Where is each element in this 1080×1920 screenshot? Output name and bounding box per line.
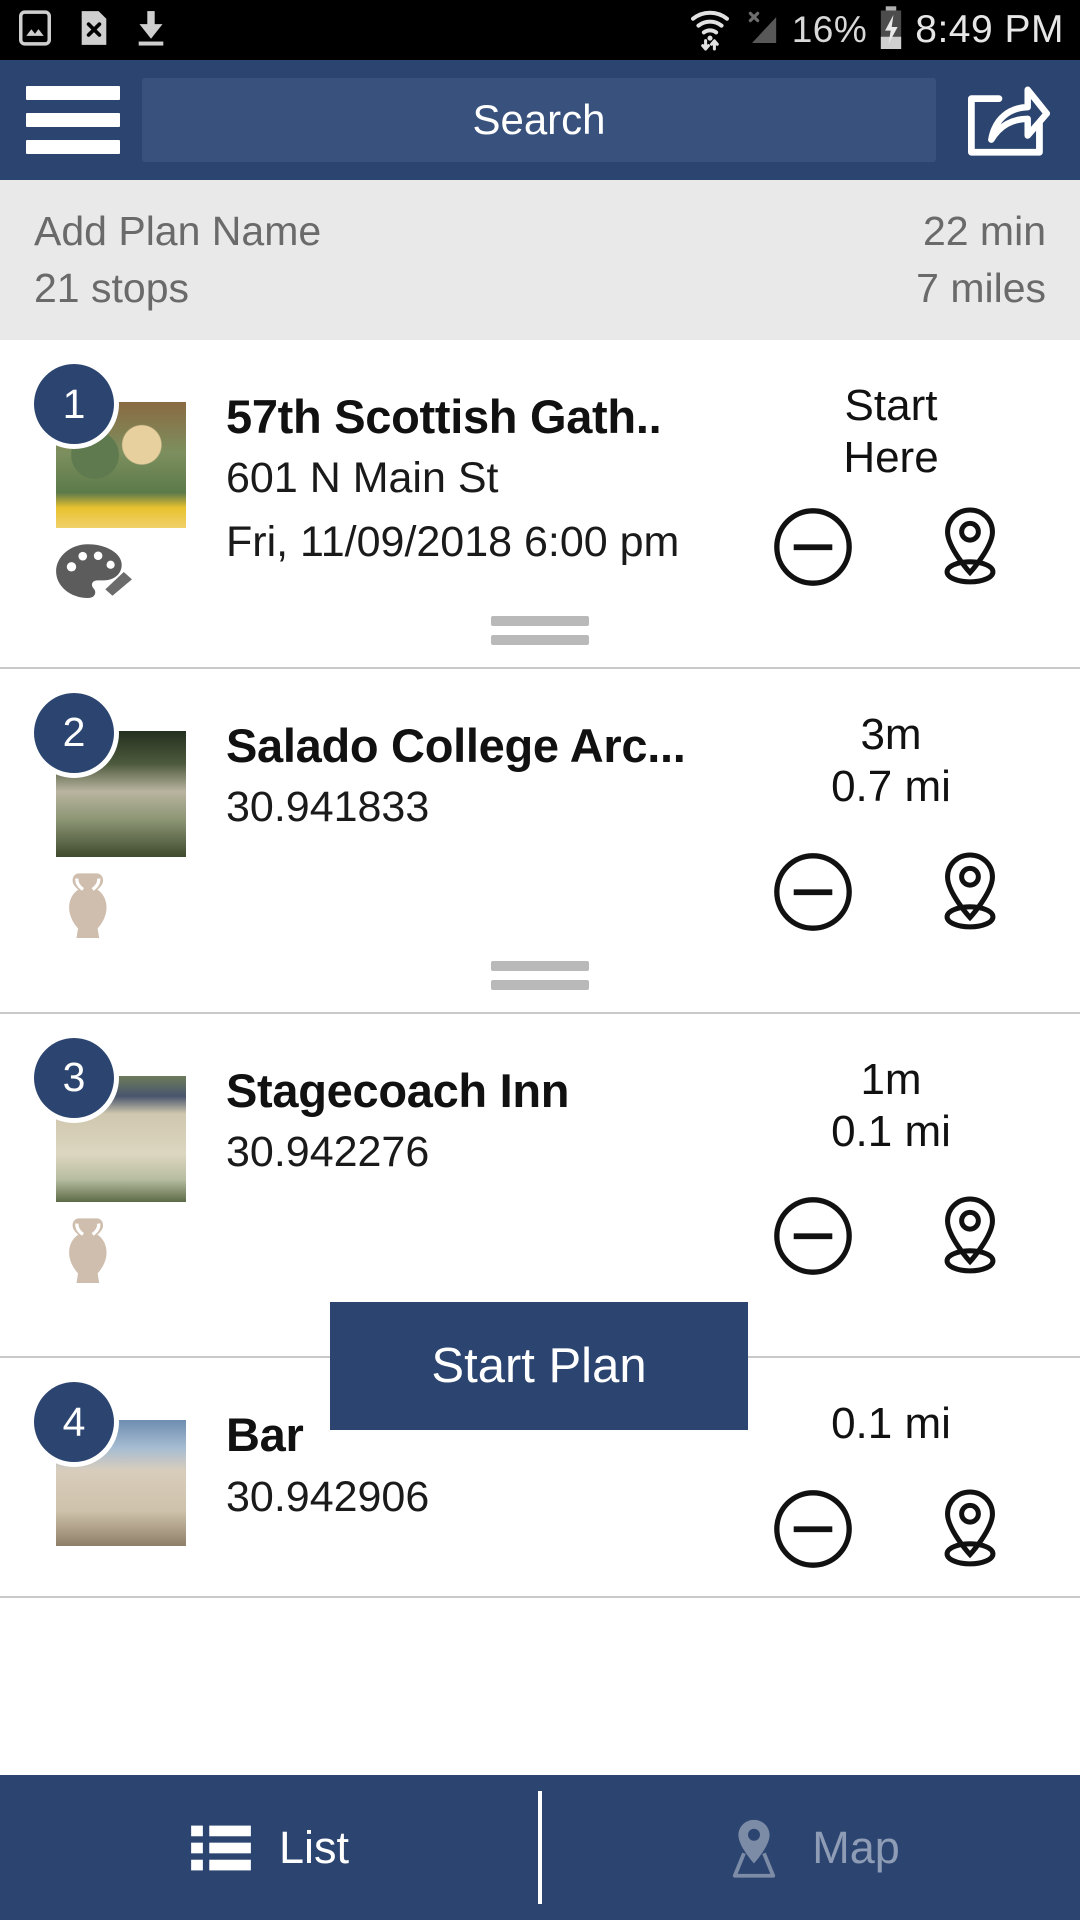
start-plan-button[interactable]: Start Plan [330,1302,748,1430]
stop-eta-line2: 0.7 mi [831,761,951,811]
stop-info: 57th Scottish Gath.. 601 N Main St Fri, … [216,364,726,590]
table-row[interactable]: 2 Salado College Arc... 30.941833 3m 0.7… [0,668,1080,1014]
map-pin-icon[interactable] [929,849,1011,935]
stop-number-badge: 4 [34,1382,114,1463]
plan-distance: 7 miles [916,265,1046,311]
stop-meta: Start Here [726,364,1056,590]
amphora-icon [52,869,128,948]
minus-circle-icon[interactable] [772,1195,854,1277]
plan-stops-count: 21 stops [34,265,189,311]
stop-coordinate: 30.941833 [226,783,430,832]
plan-summary-left: Add Plan Name 21 stops [34,208,321,340]
stop-thumbnail-group: 1 [24,364,216,598]
stop-title: Salado College Arc... [226,718,686,772]
stop-eta-line1: 1m [860,1054,922,1104]
stop-title: 57th Scottish Gath.. [226,390,662,443]
stop-coordinate: 30.942906 [226,1472,430,1521]
minus-circle-icon[interactable] [772,851,854,933]
tab-map-label: Map [812,1821,900,1873]
list-icon [189,1820,253,1876]
plan-name-field[interactable]: Add Plan Name [34,208,321,255]
table-row[interactable]: 1 57th Scottish Gath.. 601 N Main St Fri… [0,340,1080,669]
minus-circle-icon[interactable] [772,1488,854,1570]
stop-coordinate: 30.942276 [226,1127,430,1176]
amphora-icon [52,1214,128,1293]
stop-meta: 3m 0.7 mi [726,693,1056,935]
stop-number-badge: 2 [34,692,114,773]
search-placeholder-label: Search [472,96,606,143]
wifi-data-icon [688,4,732,57]
status-bar-left-icons [16,8,168,53]
map-pin-icon[interactable] [929,504,1011,590]
download-icon [134,8,168,53]
stop-eta-line2: 0.1 mi [831,1399,951,1449]
hamburger-menu-icon[interactable] [26,86,120,154]
stop-eta-line1: 3m [860,709,922,759]
stop-address: 601 N Main St [226,454,499,503]
clock-label: 8:49 PM [915,8,1064,51]
status-bar: 16% 8:49 PM [0,0,1080,60]
drag-handle[interactable] [0,935,1080,1012]
search-input[interactable]: Search [142,78,936,162]
stop-number-badge: 1 [34,364,114,444]
tab-list-label: List [278,1821,350,1873]
signal-no-service-icon [742,6,782,55]
minus-circle-icon[interactable] [772,506,854,588]
battery-charging-icon [877,5,905,56]
map-pin-icon[interactable] [929,1193,1011,1279]
stop-meta: 1m 0.1 mi [726,1038,1056,1280]
stop-eta-line2: 0.1 mi [831,1106,951,1156]
palette-icon [52,540,134,613]
stop-title: Stagecoach Inn [226,1063,570,1117]
map-pin-icon [722,1816,786,1880]
stop-meta: 0.1 mi [726,1382,1056,1596]
stop-eta-line1: Start [844,381,938,430]
drag-handle[interactable] [0,590,1080,667]
tab-map[interactable]: Map [542,1775,1080,1920]
stop-eta-line2: Here [843,432,939,482]
stop-thumbnail-group: 4 [24,1382,216,1596]
stop-info: Stagecoach Inn 30.942276 [216,1038,726,1280]
bottom-navigation: List Map [0,1775,1080,1920]
status-bar-right-icons: 16% 8:49 PM [688,4,1064,57]
image-icon [16,9,54,52]
plan-summary-right: 22 min 7 miles [916,208,1046,340]
plan-summary-bar[interactable]: Add Plan Name 21 stops 22 min 7 miles [0,180,1080,340]
stop-number-badge: 3 [34,1037,114,1118]
stop-thumbnail-group: 2 [24,692,216,938]
plan-duration: 22 min [922,208,1046,254]
share-icon[interactable] [958,80,1054,160]
battery-percent-label: 16% [791,9,868,50]
app-header: Search [0,60,1080,180]
stop-thumbnail-group: 3 [24,1037,216,1283]
map-pin-icon[interactable] [929,1486,1011,1572]
stop-datetime: Fri, 11/09/2018 6:00 pm [226,517,680,566]
stop-info: Salado College Arc... 30.941833 [216,693,726,935]
sim-card-x-icon [76,8,112,53]
tab-list[interactable]: List [0,1775,538,1920]
